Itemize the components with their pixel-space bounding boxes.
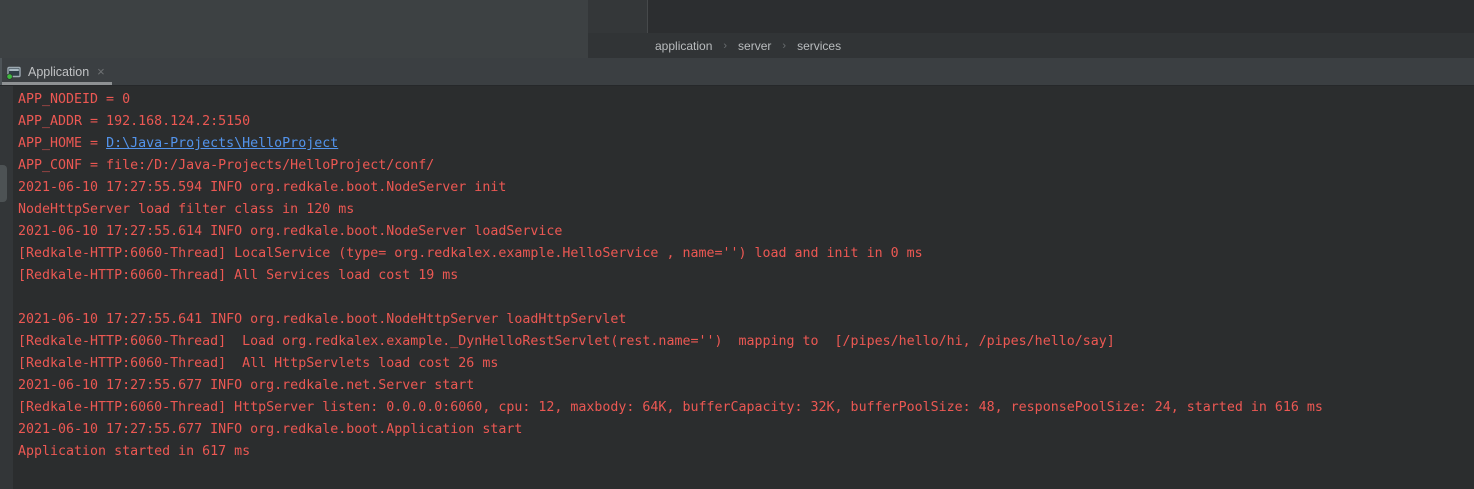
breadcrumb-item-application[interactable]: application (655, 39, 712, 53)
log-text: APP_HOME = (18, 136, 106, 151)
editor-gutter-strip (588, 0, 1474, 33)
breadcrumb-separator-icon: › (723, 40, 727, 52)
log-line: [Redkale-HTTP:6060-Thread] All Services … (18, 265, 1474, 287)
editor-gutter-segment (588, 0, 648, 33)
console-log: APP_NODEID = 0APP_ADDR = 192.168.124.2:5… (18, 89, 1474, 463)
breadcrumb-item-server[interactable]: server (738, 39, 771, 53)
log-line: Application started in 617 ms (18, 441, 1474, 463)
gutter-scroll-thumb[interactable] (0, 165, 7, 202)
log-line: 2021-06-10 17:27:55.677 INFO org.redkale… (18, 375, 1474, 397)
log-line: 2021-06-10 17:27:55.641 INFO org.redkale… (18, 309, 1474, 331)
editor-pane-corner (0, 0, 588, 58)
breadcrumb-separator-icon: › (782, 40, 786, 52)
app-home-link[interactable]: D:\Java-Projects\HelloProject (106, 136, 338, 151)
log-line: APP_HOME = D:\Java-Projects\HelloProject (18, 133, 1474, 155)
breadcrumb: application › server › services (588, 33, 1474, 58)
run-console-icon (6, 64, 22, 80)
log-line: NodeHttpServer load filter class in 120 … (18, 199, 1474, 221)
log-line: 2021-06-10 17:27:55.614 INFO org.redkale… (18, 221, 1474, 243)
log-line: [Redkale-HTTP:6060-Thread] All HttpServl… (18, 353, 1474, 375)
editor-top-right: application › server › services (588, 0, 1474, 58)
log-line: APP_NODEID = 0 (18, 89, 1474, 111)
breadcrumb-item-services[interactable]: services (797, 39, 841, 53)
log-line: [Redkale-HTTP:6060-Thread] HttpServer li… (18, 397, 1474, 419)
running-indicator (7, 74, 12, 79)
log-line: 2021-06-10 17:27:55.594 INFO org.redkale… (18, 177, 1474, 199)
tab-application-label: Application (28, 65, 89, 79)
log-line: APP_ADDR = 192.168.124.2:5150 (18, 111, 1474, 133)
tab-close-icon[interactable]: × (95, 65, 107, 78)
ide-window: application › server › services Application … (0, 0, 1474, 489)
log-line: [Redkale-HTTP:6060-Thread] Load org.redk… (18, 331, 1474, 353)
console-tab-bar: Application × (0, 58, 1474, 85)
log-line: 2021-06-10 17:27:55.677 INFO org.redkale… (18, 419, 1474, 441)
log-line (18, 287, 1474, 309)
console-output: APP_NODEID = 0APP_ADDR = 192.168.124.2:5… (0, 85, 1474, 489)
tab-application[interactable]: Application × (2, 58, 113, 85)
log-line: APP_CONF = file:/D:/Java-Projects/HelloP… (18, 155, 1474, 177)
console-gutter (0, 86, 13, 489)
log-line: [Redkale-HTTP:6060-Thread] LocalService … (18, 243, 1474, 265)
